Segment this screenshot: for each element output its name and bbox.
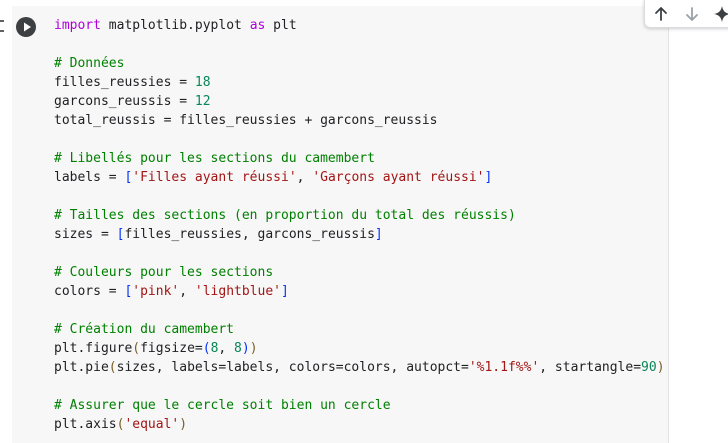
code-text: , xyxy=(296,170,313,185)
code-text: garcons_reussis = xyxy=(54,94,195,109)
code-string: 'lightblue' xyxy=(194,284,281,299)
cell-toolbar xyxy=(644,0,728,28)
code-text: sizes, labels=labels, colors=colors, aut… xyxy=(116,360,469,375)
code-text: labels = xyxy=(54,170,125,185)
right-panel xyxy=(669,0,728,443)
code-text: figsize= xyxy=(140,341,203,356)
move-cell-up-button[interactable] xyxy=(650,3,672,25)
arrow-down-icon xyxy=(686,7,698,21)
code-comment: # Assurer que le cercle soit bien un cer… xyxy=(54,398,391,413)
code-line: # Données xyxy=(54,54,665,73)
left-gutter xyxy=(0,0,8,443)
code-line: plt.figure(figsize=(8, 8)) xyxy=(54,339,665,358)
code-string: 'pink' xyxy=(132,284,180,299)
notebook-page: import matplotlib.pyplot as plt # Donnée… xyxy=(0,0,728,443)
code-string: '%1.1f%%' xyxy=(468,360,540,375)
code-editor[interactable]: import matplotlib.pyplot as plt # Donnée… xyxy=(54,16,665,434)
run-cell-button[interactable] xyxy=(16,17,36,37)
code-comment: # Couleurs pour les sections xyxy=(54,265,274,280)
code-text: plt.pie xyxy=(54,360,109,375)
code-comment: # Données xyxy=(54,56,125,71)
code-string: 'Garçons ayant réussi' xyxy=(312,170,485,185)
gutter-mark xyxy=(0,20,4,22)
code-keyword: import xyxy=(54,18,101,33)
code-string: 'equal' xyxy=(124,417,180,432)
ai-assist-button[interactable] xyxy=(711,3,728,25)
code-text: matplotlib.pyplot xyxy=(100,18,250,33)
code-line: filles_reussies = 18 xyxy=(54,73,665,92)
sparkle-icon xyxy=(714,6,728,22)
code-paren: ) xyxy=(249,341,258,356)
code-line: # Libellés pour les sections du camember… xyxy=(54,149,665,168)
code-text: filles_reussies, garcons_reussis xyxy=(124,227,375,242)
code-line: plt.pie(sizes, labels=labels, colors=col… xyxy=(54,358,665,377)
code-text: plt.figure xyxy=(54,341,133,356)
code-keyword: as xyxy=(249,18,266,33)
code-line: # Création du camembert xyxy=(54,320,665,339)
code-line: sizes = [filles_reussies, garcons_reussi… xyxy=(54,225,665,244)
code-line: plt.axis('equal') xyxy=(54,415,665,434)
code-line: labels = ['Filles ayant réussi', 'Garçon… xyxy=(54,168,665,187)
move-cell-down-button[interactable] xyxy=(681,3,703,25)
code-text: total_reussis = filles_reussies + garcon… xyxy=(54,113,438,128)
code-text: plt xyxy=(265,18,297,33)
code-text: , xyxy=(218,341,235,356)
code-text: colors = xyxy=(54,284,125,299)
code-bracket: ( xyxy=(202,341,211,356)
play-icon xyxy=(24,22,31,32)
code-line: garcons_reussis = 12 xyxy=(54,92,665,111)
code-line: import matplotlib.pyplot as plt xyxy=(54,16,665,35)
code-number: 8 xyxy=(234,341,242,356)
code-bracket: ) xyxy=(241,341,250,356)
code-number: 90 xyxy=(641,360,657,375)
code-paren: ( xyxy=(108,360,117,375)
code-line: # Assurer que le cercle soit bien un cer… xyxy=(54,396,665,415)
arrow-up-icon xyxy=(655,7,667,21)
code-text: sizes = xyxy=(54,227,117,242)
code-paren: ) xyxy=(656,360,665,375)
code-text: , startangle= xyxy=(539,360,642,375)
code-paren: ( xyxy=(132,341,141,356)
code-line: # Couleurs pour les sections xyxy=(54,263,665,282)
code-text: filles_reussies = xyxy=(54,75,195,90)
code-text: , xyxy=(179,284,195,299)
code-number: 18 xyxy=(194,75,211,90)
code-text: plt.axis xyxy=(54,417,117,432)
code-bracket: ] xyxy=(281,284,289,299)
code-paren: ) xyxy=(179,417,188,432)
code-line: # Tailles des sections (en proportion du… xyxy=(54,206,665,225)
code-comment: # Libellés pour les sections du camember… xyxy=(54,151,375,166)
code-number: 12 xyxy=(194,94,211,109)
code-bracket: ] xyxy=(484,170,493,185)
gutter-mark xyxy=(0,30,4,32)
code-bracket: ] xyxy=(374,227,383,242)
code-line: colors = ['pink', 'lightblue'] xyxy=(54,282,665,301)
code-comment: # Tailles des sections (en proportion du… xyxy=(54,208,516,223)
code-line: total_reussis = filles_reussies + garcon… xyxy=(54,111,665,130)
code-comment: # Création du camembert xyxy=(54,322,235,337)
code-string: 'Filles ayant réussi' xyxy=(132,170,297,185)
